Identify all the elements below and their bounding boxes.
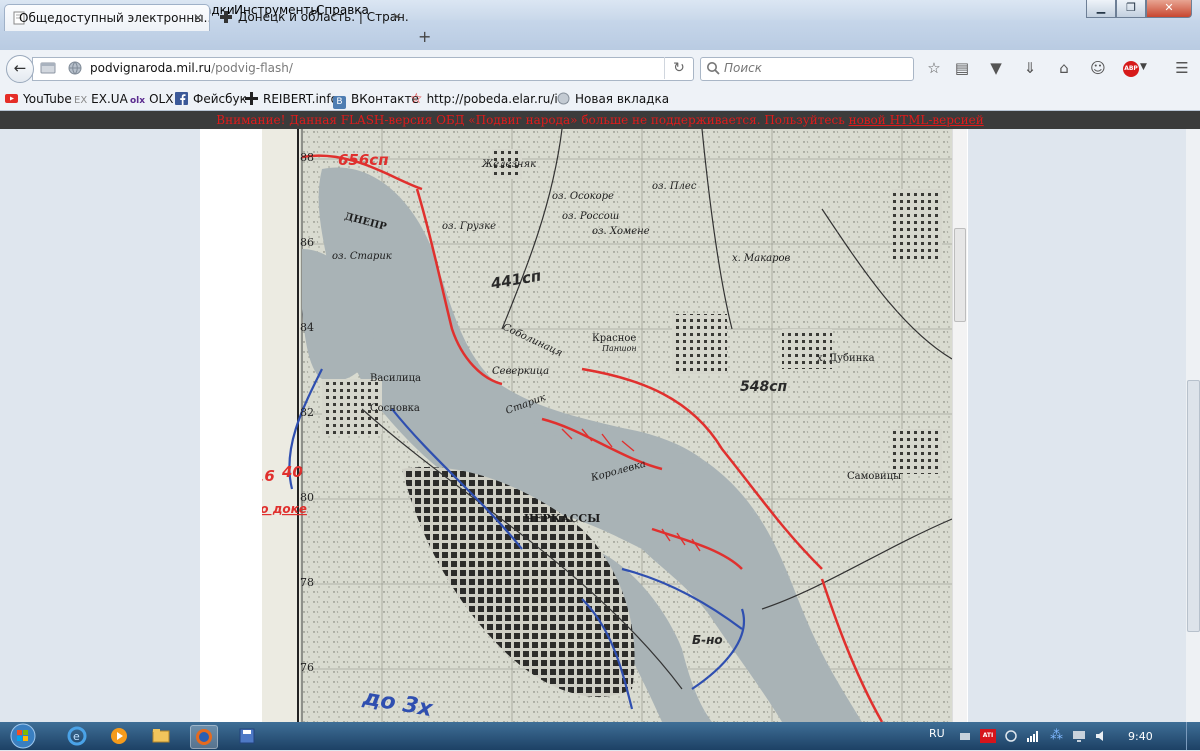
maximize-button[interactable]: ❐ (1116, 0, 1146, 18)
windows-start-icon[interactable] (8, 722, 38, 750)
close-window-button[interactable]: ✕ (1146, 0, 1192, 18)
map-label: оз. Плес (652, 181, 697, 192)
grid-number: 84 (300, 321, 314, 334)
bookmark-reibert[interactable]: REIBERT.info (245, 88, 338, 110)
map-label: Северкица (492, 366, 549, 377)
grid-number: 78 (300, 576, 314, 589)
bookmark-olx[interactable]: olx OLX (130, 88, 173, 110)
vk-icon: B (333, 96, 346, 109)
menu-hamburger-icon[interactable]: ☰ (1170, 57, 1194, 79)
arrow-left-icon: ← (13, 59, 27, 77)
search-placeholder: Поиск (724, 61, 763, 75)
map-label: х. Макаров (732, 253, 791, 264)
tab-close-button[interactable]: ✕ (193, 5, 203, 31)
unit-annotation: 40 (281, 463, 303, 481)
downloads-icon[interactable]: ⇓ (1018, 57, 1042, 79)
globe-icon (68, 61, 82, 75)
monitor-icon[interactable] (1072, 729, 1086, 743)
warning-text: Внимание! Данная FLASH-версия ОБД «Подви… (216, 113, 984, 127)
tab-donetsk[interactable]: Донецк и область. | Стран... ✕ (212, 4, 408, 30)
reload-icon[interactable]: ↻ (664, 57, 693, 79)
search-icon (707, 62, 720, 75)
plus-favicon-icon (220, 11, 232, 23)
ati-icon[interactable]: ATI (980, 729, 996, 743)
unit-annotation: Б-но (692, 633, 723, 647)
svg-text:e: e (73, 730, 80, 743)
olx-icon: olx (130, 96, 146, 106)
adblock-dropdown-icon[interactable]: ▼ (1140, 62, 1147, 72)
map-label: Сосновка (370, 403, 420, 414)
minimize-button[interactable]: ▁ (1086, 0, 1116, 18)
bookmark-new-tab[interactable]: Новая вкладка (557, 88, 669, 110)
ie-icon[interactable]: e (64, 725, 90, 747)
grid-number: 86 (300, 236, 314, 249)
map-label: ЧЕРКАССЫ (524, 512, 600, 525)
firefox-icon[interactable] (190, 725, 218, 749)
taskbar (0, 722, 1200, 750)
tab-label: Общедоступный электронны... (19, 11, 210, 25)
back-button[interactable]: ← (6, 55, 34, 83)
save-disk-icon[interactable] (234, 725, 260, 747)
bookmark-exua[interactable]: EX EX.UA (74, 88, 128, 110)
flash-map-viewer[interactable]: 88 86 84 82 80 78 76 ДНЕПР оз. Грузке оз… (262, 129, 952, 722)
site-info-icon[interactable] (40, 62, 56, 74)
map-scrollbar-thumb[interactable] (954, 228, 966, 322)
volume-icon[interactable] (1094, 729, 1108, 743)
bookmark-vk[interactable]: B ВКонтакте (333, 88, 419, 110)
new-tab-button[interactable]: + (418, 27, 431, 46)
tab-close-button[interactable]: ✕ (392, 4, 402, 30)
map-label: Железняк (481, 159, 536, 170)
map-scrollbar[interactable] (952, 129, 967, 722)
clock[interactable]: 9:40 (1128, 730, 1153, 743)
html-version-link[interactable]: новой HTML-версией (849, 113, 984, 127)
map-label: оз. Грузке (442, 221, 496, 232)
window-controls: ▁ ❐ ✕ (1086, 0, 1192, 18)
show-desktop-button[interactable] (1186, 722, 1200, 750)
power-icon[interactable] (1004, 729, 1018, 743)
facebook-icon (175, 92, 188, 105)
media-player-icon[interactable] (106, 725, 132, 747)
network-icon[interactable] (958, 729, 972, 743)
chat-icon[interactable]: ☺ (1086, 57, 1110, 79)
reading-list-icon[interactable]: ▤ (950, 57, 974, 79)
bookmark-youtube[interactable]: YouTube (5, 88, 72, 110)
grid-number: 82 (300, 406, 314, 419)
map-label: оз. Россош (562, 211, 619, 222)
unit-annotation: по доке (262, 502, 307, 516)
bluetooth-icon[interactable]: ⁂ (1050, 729, 1064, 743)
home-icon[interactable]: ⌂ (1052, 57, 1076, 79)
page-margin (200, 129, 262, 722)
folder-icon[interactable] (148, 725, 174, 747)
map-label: х. Дубинка (817, 353, 875, 364)
cross-icon (245, 92, 258, 105)
tab-label: Донецк и область. | Стран... (238, 10, 408, 24)
signal-icon[interactable] (1026, 729, 1040, 743)
url-text: podvignaroda.mil.ru/podvig-flash/ (90, 61, 293, 75)
pocket-icon[interactable]: ▼ (984, 57, 1008, 79)
exua-icon: EX (74, 95, 88, 106)
youtube-icon (5, 94, 18, 103)
grid-number: 76 (300, 661, 314, 674)
unit-annotation: 16 (262, 467, 275, 485)
grid-number: 88 (300, 151, 314, 164)
globe-icon (557, 92, 570, 105)
bookmark-star-icon[interactable]: ☆ (922, 57, 946, 79)
page-scrollbar-thumb[interactable] (1187, 380, 1200, 632)
tab-obd[interactable]: Общедоступный электронны... ✕ (4, 4, 210, 31)
map-label: Паншон (601, 344, 637, 353)
map-label: Василица (370, 373, 421, 384)
map-label: оз. Осокоре (552, 191, 614, 202)
language-indicator[interactable]: RU (929, 727, 945, 740)
map-image: 88 86 84 82 80 78 76 ДНЕПР оз. Грузке оз… (262, 129, 952, 722)
adblock-button[interactable]: ABP (1123, 61, 1139, 77)
red-star-icon: ☆ (410, 91, 423, 107)
bookmark-facebook[interactable]: Фейсбук (175, 88, 247, 110)
map-label: оз. Старик (332, 251, 392, 262)
unit-annotation: 548сп (740, 379, 788, 395)
map-label: Красное (592, 333, 636, 344)
map-label: оз. Хомене (592, 226, 650, 237)
unit-annotation: 656сп (338, 151, 389, 169)
map-label: Самовицы (847, 471, 901, 482)
bookmark-pobeda[interactable]: ☆ http://pobeda.elar.ru/i... (410, 88, 569, 110)
